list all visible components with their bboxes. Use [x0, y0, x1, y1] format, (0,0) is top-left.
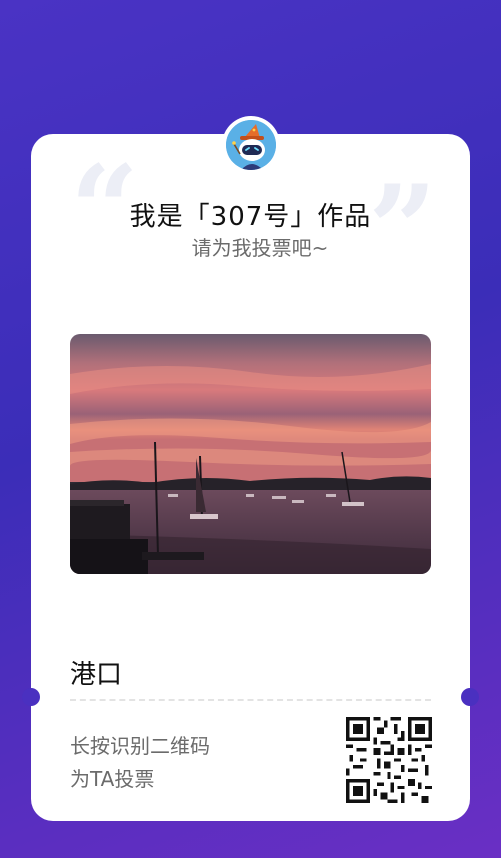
ticket-notch-left [22, 688, 40, 706]
ticket-notch-right [461, 688, 479, 706]
qr-code-icon[interactable] [346, 717, 432, 803]
robot-wizard-avatar-icon [226, 120, 276, 170]
qr-hint-line2: 为TA投票 [70, 767, 155, 791]
page-title: 我是「307号」作品 [129, 202, 372, 232]
qr-hint: 长按识别二维码 为TA投票 [70, 730, 210, 796]
avatar [222, 116, 280, 174]
work-photo [70, 334, 431, 574]
qr-hint-line1: 长按识别二维码 [70, 734, 210, 758]
work-title: 港口 [70, 660, 123, 690]
page-subtitle: 请为我投票吧~ [191, 236, 329, 260]
dashed-divider [70, 699, 431, 701]
